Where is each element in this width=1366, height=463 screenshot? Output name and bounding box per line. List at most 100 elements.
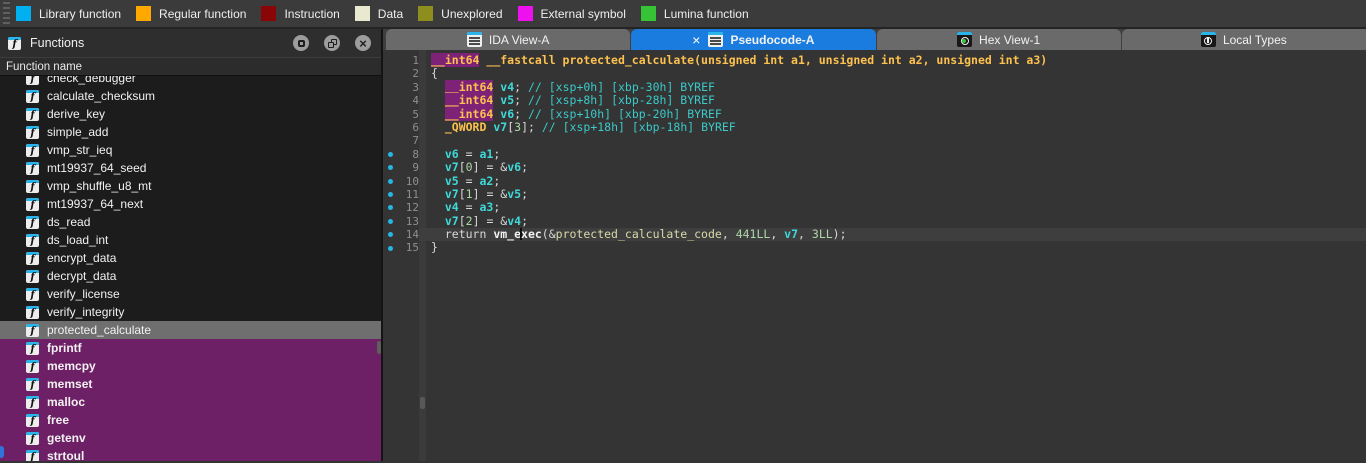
function-list-item-decrypt_data[interactable]: fdecrypt_data: [0, 267, 381, 285]
function-icon: f: [26, 144, 39, 157]
function-list-item-ds_read[interactable]: f ds_read: [0, 213, 381, 231]
function-name: getenv: [47, 431, 86, 445]
line-marker-column: [383, 54, 397, 67]
code-text: [419, 134, 1366, 147]
legend-label: Data: [378, 7, 403, 21]
function-name: calculate_checksum: [47, 89, 155, 103]
disassembly-view-icon: [708, 32, 723, 47]
function-list-item-memcpy[interactable]: fmemcpy: [0, 357, 381, 375]
float-window-button[interactable]: [324, 35, 340, 51]
tab-ida-view-a[interactable]: IDA View-A: [386, 29, 630, 50]
legend-label: Regular function: [159, 7, 246, 21]
code-line-13[interactable]: 13 v7[2] = &v4;: [383, 215, 1366, 228]
line-marker-column: [383, 121, 397, 134]
function-name: check_debugger: [47, 76, 136, 85]
function-icon: f: [26, 198, 39, 211]
function-list-item-encrypt_data[interactable]: fencrypt_data: [0, 249, 381, 267]
toolbar-grip[interactable]: [3, 2, 10, 26]
code-text: return vm_exec(&protected_calculate_code…: [419, 228, 1366, 241]
function-list-item-check_debugger[interactable]: fcheck_debugger: [0, 76, 381, 87]
legend-item: Unexplored: [418, 6, 502, 21]
code-line-7[interactable]: 7: [383, 134, 1366, 147]
code-text: __int64 v4; // [xsp+0h] [xbp-30h] BYREF: [419, 81, 1366, 94]
function-list-item-simple_add[interactable]: fsimple_add: [0, 123, 381, 141]
line-marker-column: [383, 175, 397, 188]
function-icon: f: [26, 450, 39, 462]
function-list-item-ds_load_int[interactable]: fds_load_int: [0, 231, 381, 249]
code-line-2[interactable]: 2{: [383, 67, 1366, 80]
code-line-11[interactable]: 11 v7[1] = &v5;: [383, 188, 1366, 201]
functions-scrollbar-thumb[interactable]: [377, 341, 381, 354]
code-line-6[interactable]: 6 _QWORD v7[3]; // [xsp+18h] [xbp-18h] B…: [383, 121, 1366, 134]
legend-color-swatch: [16, 6, 31, 21]
code-line-14[interactable]: 14 return vm_exec(&protected_calculate_c…: [383, 228, 1366, 241]
legend-label: Lumina function: [664, 7, 749, 21]
tab-label: Pseudocode-A: [730, 33, 814, 47]
editor-scrollbar-thumb[interactable]: [420, 397, 425, 409]
function-icon: f: [26, 216, 39, 229]
code-line-3[interactable]: 3 __int64 v4; // [xsp+0h] [xbp-30h] BYRE…: [383, 81, 1366, 94]
maximize-button[interactable]: [293, 35, 309, 51]
line-marker-column: [383, 228, 397, 241]
code-text: v5 = a2;: [419, 175, 1366, 188]
color-legend-toolbar: Library functionRegular functionInstruct…: [0, 0, 1366, 29]
function-name: memset: [47, 377, 92, 391]
function-icon: f: [26, 342, 39, 355]
function-list-item-mt19937_64_seed[interactable]: fmt19937_64_seed: [0, 159, 381, 177]
column-header-function-name[interactable]: Function name: [0, 57, 381, 76]
line-marker-column: [383, 201, 397, 214]
function-list-item-fprintf[interactable]: ffprintf: [0, 339, 381, 357]
functions-panel-titlebar[interactable]: f Functions ×: [0, 29, 381, 57]
code-line-9[interactable]: 9 v7[0] = &v6;: [383, 161, 1366, 174]
legend-color-swatch: [355, 6, 370, 21]
tab-hex-view-1[interactable]: Hex View-1: [877, 29, 1121, 50]
function-icon: f: [26, 90, 39, 103]
line-marker-column: [383, 148, 397, 161]
line-number: 6: [397, 121, 419, 134]
function-list-item-vmp_shuffle_u8_mt[interactable]: fvmp_shuffle_u8_mt: [0, 177, 381, 195]
code-line-15[interactable]: 15}: [383, 241, 1366, 254]
code-text: v6 = a1;: [419, 148, 1366, 161]
function-list-item-vmp_str_ieq[interactable]: fvmp_str_ieq: [0, 141, 381, 159]
function-list-item-malloc[interactable]: fmalloc: [0, 393, 381, 411]
code-line-12[interactable]: 12 v4 = a3;: [383, 201, 1366, 214]
function-name: ds_read: [47, 215, 90, 229]
function-list-item-calculate_checksum[interactable]: f calculate_checksum: [0, 87, 381, 105]
function-list-item-memset[interactable]: fmemset: [0, 375, 381, 393]
tab-local-types[interactable]: Local Types: [1122, 29, 1366, 50]
close-panel-button[interactable]: ×: [355, 35, 371, 51]
code-line-10[interactable]: 10 v5 = a2;: [383, 175, 1366, 188]
legend-label: Unexplored: [441, 7, 502, 21]
tab-label: IDA View-A: [489, 33, 549, 47]
tab-bar: IDA View-A × Pseudocode-A Hex View-1Local T…: [383, 29, 1366, 50]
line-address-dot-icon: [388, 152, 393, 157]
tab-close-icon[interactable]: ×: [692, 33, 700, 47]
line-number: 5: [397, 108, 419, 121]
dock-indicator: [0, 446, 4, 458]
code-line-4[interactable]: 4 __int64 v5; // [xsp+8h] [xbp-28h] BYRE…: [383, 94, 1366, 107]
line-marker-column: [383, 94, 397, 107]
pseudocode-view[interactable]: 1__int64 __fastcall protected_calculate(…: [383, 50, 1366, 461]
legend-item: Regular function: [136, 6, 246, 21]
function-name: protected_calculate: [47, 323, 151, 337]
close-icon: ×: [359, 37, 367, 50]
legend-item: Data: [355, 6, 403, 21]
function-list-item-strtoul[interactable]: fstrtoul: [0, 447, 381, 461]
tab-pseudocode-a[interactable]: × Pseudocode-A: [631, 29, 875, 50]
function-list-item-getenv[interactable]: fgetenv: [0, 429, 381, 447]
legend-item: Instruction: [261, 6, 339, 21]
code-line-1[interactable]: 1__int64 __fastcall protected_calculate(…: [383, 54, 1366, 67]
function-list-item-protected_calculate[interactable]: fprotected_calculate: [0, 321, 381, 339]
legend-items: Library functionRegular functionInstruct…: [16, 6, 764, 21]
code-line-8[interactable]: 8 v6 = a1;: [383, 148, 1366, 161]
code-line-5[interactable]: 5 __int64 v6; // [xsp+10h] [xbp-20h] BYR…: [383, 108, 1366, 121]
legend-label: Instruction: [284, 7, 339, 21]
function-list-item-verify_integrity[interactable]: fverify_integrity: [0, 303, 381, 321]
function-list: fcheck_debuggerfcalculate_checksumfderiv…: [0, 76, 381, 461]
function-list-item-verify_license[interactable]: fverify_license: [0, 285, 381, 303]
line-number: 2: [397, 67, 419, 80]
line-address-dot-icon: [388, 246, 393, 251]
function-list-item-mt19937_64_next[interactable]: fmt19937_64_next: [0, 195, 381, 213]
function-list-item-free[interactable]: ffree: [0, 411, 381, 429]
function-list-item-derive_key[interactable]: fderive_key: [0, 105, 381, 123]
